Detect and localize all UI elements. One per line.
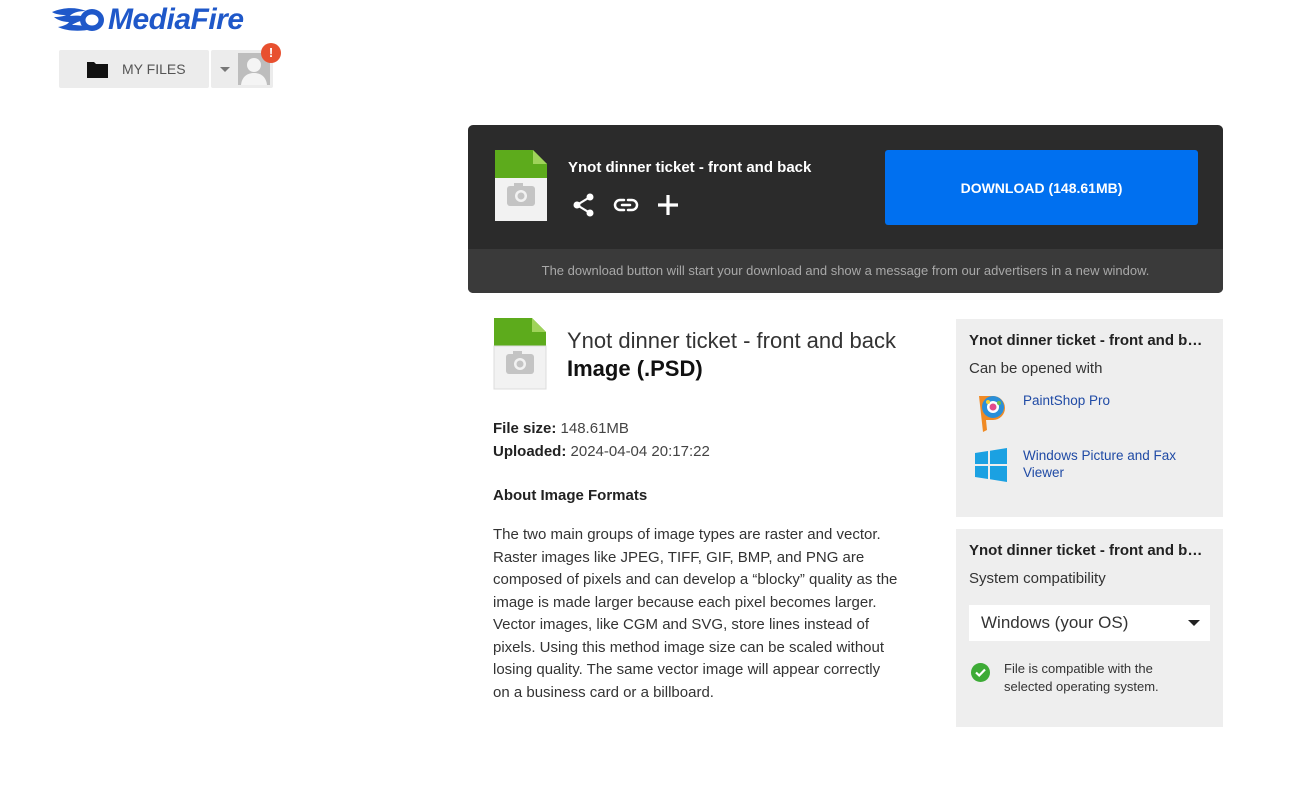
mediafire-logo[interactable]: MediaFire xyxy=(50,2,244,38)
os-select-dropdown[interactable]: Windows (your OS) xyxy=(969,605,1210,641)
folder-icon xyxy=(87,62,108,78)
download-card: Ynot dinner ticket - front and back DOWN… xyxy=(468,125,1223,293)
app-name[interactable]: PaintShop Pro xyxy=(1023,392,1193,409)
file-details: File size: 148.61MB Uploaded: 2024-04-04… xyxy=(493,417,710,463)
my-files-button[interactable]: MY FILES xyxy=(59,50,209,88)
download-button[interactable]: DOWNLOAD (148.61MB) xyxy=(885,150,1198,225)
copy-link-icon[interactable] xyxy=(612,191,640,219)
download-notice: The download button will start your down… xyxy=(468,249,1223,293)
panel-title: Ynot dinner ticket - front and back xyxy=(969,332,1210,349)
paintshop-pro-icon xyxy=(973,392,1009,432)
app-item-windows-picture-viewer[interactable]: Windows Picture and Fax Viewer xyxy=(973,447,1193,487)
app-name[interactable]: Windows Picture and Fax Viewer xyxy=(1023,447,1193,481)
panel-title: Ynot dinner ticket - front and back xyxy=(969,542,1210,559)
add-to-files-icon[interactable] xyxy=(654,191,682,219)
check-circle-icon xyxy=(971,663,990,682)
file-type: Image (.PSD) xyxy=(567,356,703,381)
chevron-down-icon xyxy=(220,67,230,72)
file-title: Ynot dinner ticket - front and back xyxy=(567,328,896,353)
windows-icon xyxy=(973,447,1009,487)
my-files-label: MY FILES xyxy=(122,61,186,77)
notification-badge[interactable]: ! xyxy=(261,43,281,63)
image-file-icon xyxy=(494,150,548,227)
file-name: Ynot dinner ticket - front and back xyxy=(568,159,812,176)
compatibility-message: File is compatible with the selected ope… xyxy=(1004,661,1159,694)
file-size-value: 148.61MB xyxy=(560,420,629,437)
file-size-label: File size: xyxy=(493,420,557,437)
selected-os: Windows (your OS) xyxy=(981,613,1129,632)
about-heading: About Image Formats xyxy=(493,487,648,504)
uploaded-label: Uploaded: xyxy=(493,443,567,460)
uploaded-row: Uploaded: 2024-04-04 20:17:22 xyxy=(493,440,710,463)
panel-subtitle: System compatibility xyxy=(969,570,1106,587)
file-actions xyxy=(570,191,682,219)
flame-logo-icon xyxy=(52,8,104,31)
image-file-icon xyxy=(493,318,547,395)
file-size-row: File size: 148.61MB xyxy=(493,417,710,440)
compatibility-status: File is compatible with the selected ope… xyxy=(971,660,1184,696)
share-icon[interactable] xyxy=(570,191,598,219)
uploaded-value: 2024-04-04 20:17:22 xyxy=(570,443,710,460)
chevron-down-icon xyxy=(1188,620,1200,626)
system-compatibility-panel: Ynot dinner ticket - front and back Syst… xyxy=(956,529,1223,727)
brand-name: MediaFire xyxy=(108,3,244,36)
open-with-panel: Ynot dinner ticket - front and back Can … xyxy=(956,319,1223,517)
app-item-paintshop-pro[interactable]: PaintShop Pro xyxy=(973,392,1193,432)
about-text: The two main groups of image types are r… xyxy=(493,526,898,701)
panel-subtitle: Can be opened with xyxy=(969,360,1103,377)
